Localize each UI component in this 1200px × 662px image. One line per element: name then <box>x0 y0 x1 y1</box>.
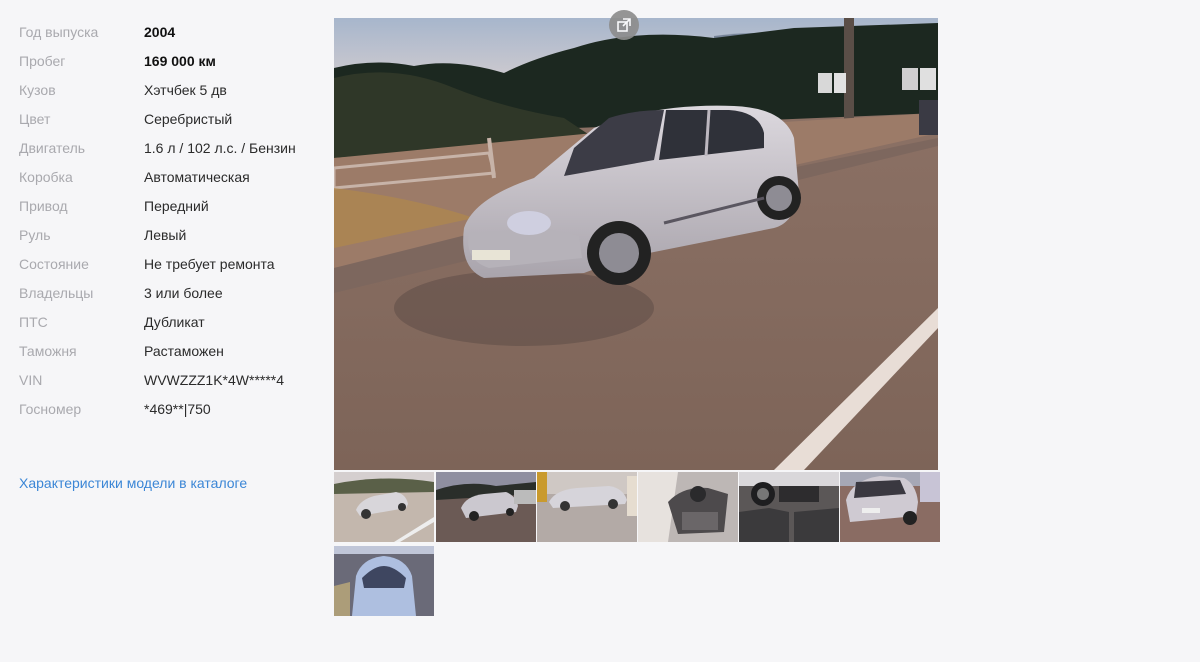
spec-value: Растаможен <box>144 343 224 359</box>
thumbnail-7[interactable] <box>334 546 434 616</box>
spec-value: Хэтчбек 5 дв <box>144 82 227 98</box>
external-expand-icon <box>617 18 631 32</box>
spec-value: Автоматическая <box>144 169 250 185</box>
thumbnail-3[interactable] <box>537 472 637 542</box>
spec-row-pts: ПТС Дубликат <box>19 312 319 332</box>
spec-row-body: Кузов Хэтчбек 5 дв <box>19 80 319 100</box>
spec-label: Год выпуска <box>19 24 99 40</box>
spec-value: Дубликат <box>144 314 205 330</box>
spec-value: 2004 <box>144 24 176 40</box>
spec-label: Пробег <box>19 53 66 69</box>
spec-row-engine: Двигатель 1.6 л / 102 л.с. / Бензин <box>19 138 319 158</box>
thumbnail-5[interactable] <box>739 472 839 542</box>
spec-value: WVWZZZ1K*4W*****4 <box>144 372 285 388</box>
spec-row-gearbox: Коробка Автоматическая <box>19 167 319 187</box>
spec-row-condition: Состояние Не требует ремонта <box>19 254 319 274</box>
spec-label: Руль <box>19 227 51 243</box>
spec-label: Двигатель <box>19 140 86 156</box>
spec-value: Не требует ремонта <box>144 256 275 272</box>
thumbnail-4[interactable] <box>638 472 738 542</box>
specs-list: Год выпуска 2004 Пробег 169 000 км Кузов… <box>19 22 319 428</box>
spec-value: Передний <box>144 198 209 214</box>
thumbnail-1[interactable] <box>334 472 434 542</box>
main-car-photo[interactable] <box>334 18 938 470</box>
spec-value: Левый <box>144 227 187 243</box>
spec-row-wheel: Руль Левый <box>19 225 319 245</box>
spec-label: Госномер <box>19 401 82 417</box>
spec-label: Цвет <box>19 111 51 127</box>
spec-label: Таможня <box>19 343 77 359</box>
catalog-specs-link[interactable]: Характеристики модели в каталоге <box>19 475 247 491</box>
spec-value: 3 или более <box>144 285 223 301</box>
spec-row-year: Год выпуска 2004 <box>19 22 319 42</box>
spec-row-color: Цвет Серебристый <box>19 109 319 129</box>
spec-row-owners: Владельцы 3 или более <box>19 283 319 303</box>
spec-label: Привод <box>19 198 68 214</box>
spec-label: Владельцы <box>19 285 94 301</box>
spec-label: VIN <box>19 372 43 388</box>
spec-label: Состояние <box>19 256 89 272</box>
spec-row-plate: Госномер *469**|750 <box>19 399 319 419</box>
spec-row-vin: VIN WVWZZZ1K*4W*****4 <box>19 370 319 390</box>
thumbnail-2[interactable] <box>436 472 536 542</box>
spec-row-mileage: Пробег 169 000 км <box>19 51 319 71</box>
expand-photo-button[interactable] <box>609 10 639 40</box>
spec-label: Коробка <box>19 169 73 185</box>
spec-value: *469**|750 <box>144 401 211 417</box>
spec-label: ПТС <box>19 314 48 330</box>
spec-row-drive: Привод Передний <box>19 196 319 216</box>
spec-value: 169 000 км <box>144 53 216 69</box>
thumbnail-6[interactable] <box>840 472 940 542</box>
spec-label: Кузов <box>19 82 56 98</box>
spec-value: Серебристый <box>144 111 233 127</box>
spec-row-customs: Таможня Растаможен <box>19 341 319 361</box>
spec-value: 1.6 л / 102 л.с. / Бензин <box>144 140 296 156</box>
